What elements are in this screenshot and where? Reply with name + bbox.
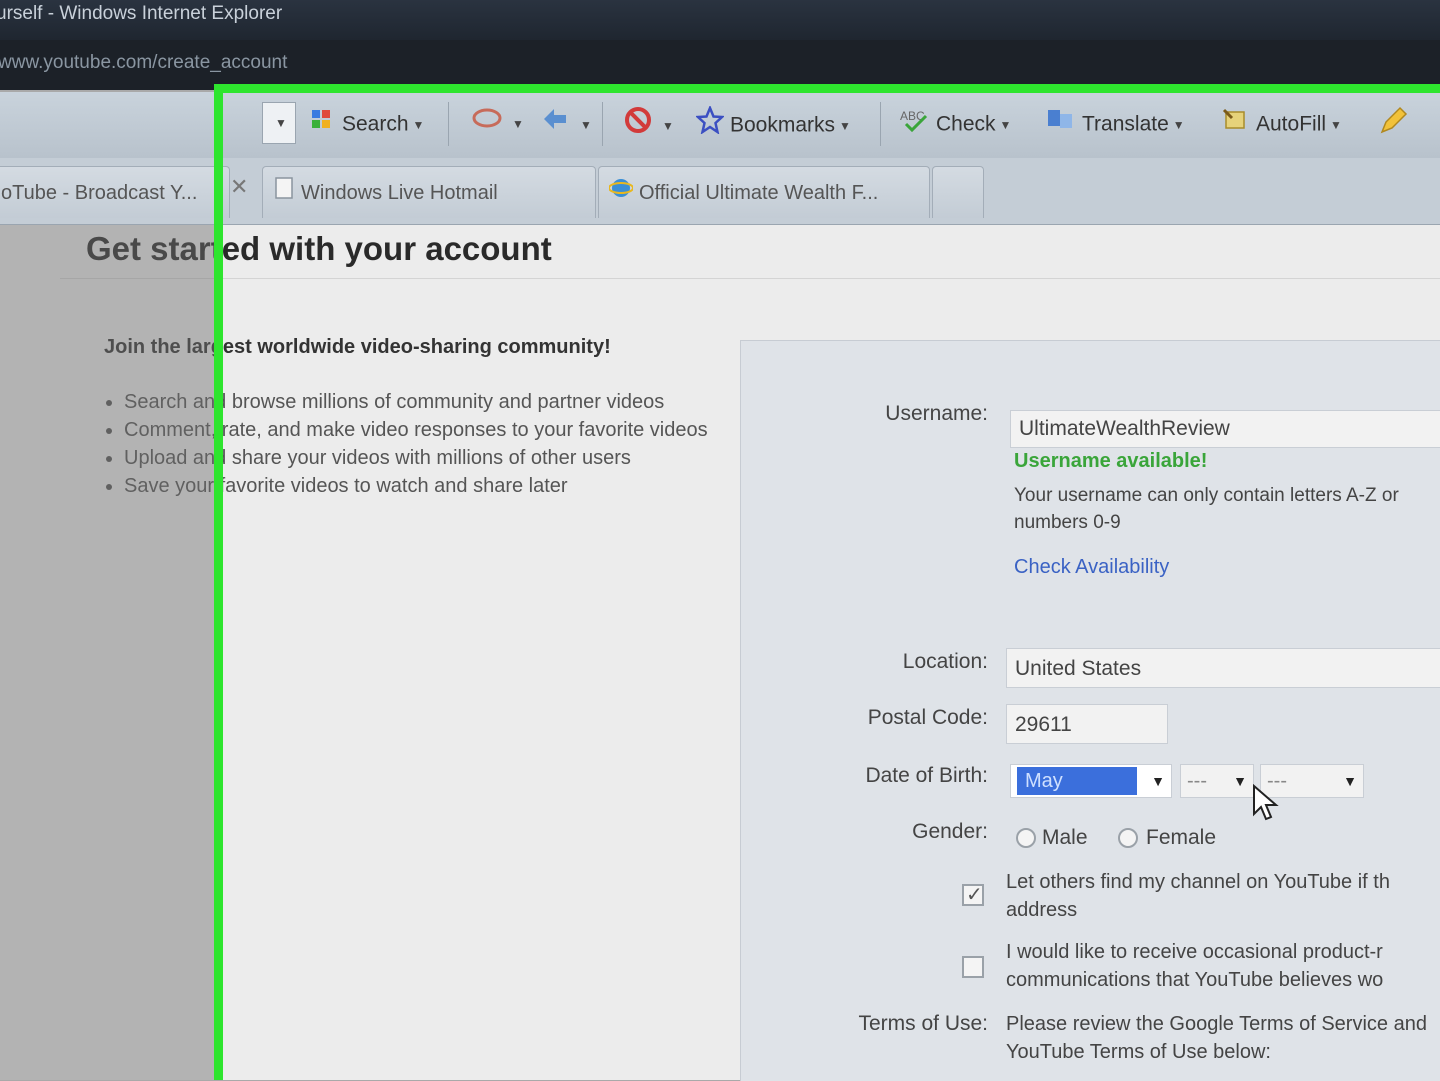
close-tab-icon[interactable]: ✕ (230, 174, 248, 200)
window-title: urself - Windows Internet Explorer (0, 3, 283, 24)
tab-label: oTube - Broadcast Y... (1, 182, 198, 204)
postal-code-label: Postal Code: (867, 706, 988, 729)
mouse-cursor-icon (1252, 783, 1280, 829)
ie-icon (608, 168, 634, 218)
spell-check-button[interactable]: ABC Check ▼ (900, 106, 1011, 142)
bookmarks-label: Bookmarks (730, 113, 836, 137)
optin-checkbox[interactable] (962, 956, 984, 978)
search-button[interactable]: Search ▼ (310, 106, 424, 142)
chevron-down-icon: ▼ (1233, 773, 1247, 789)
check-availability-link[interactable]: Check Availability (1014, 556, 1169, 579)
toolbar-dropdown-button[interactable]: ▼ (262, 102, 296, 144)
share-icon (540, 106, 570, 144)
username-label: Username: (885, 402, 988, 425)
gender-label: Gender: (912, 820, 988, 843)
popup-blocker-button[interactable]: ▼ (624, 106, 674, 142)
chevron-down-icon: ▼ (999, 118, 1012, 132)
username-status: Username available! (1014, 450, 1208, 472)
pencil-button[interactable] (1378, 106, 1414, 142)
chevron-down-icon: ▼ (580, 118, 592, 132)
pencil-icon (1378, 106, 1408, 148)
dob-label: Date of Birth: (865, 764, 988, 787)
bookmarks-button[interactable]: Bookmarks ▼ (694, 104, 851, 142)
new-tab-button[interactable] (932, 166, 984, 218)
grey-overlay (0, 225, 218, 1080)
highlight-border-top (214, 84, 1440, 93)
terms-text: Please review the Google Terms of Servic… (1006, 1013, 1427, 1063)
spellcheck-icon: ABC (900, 106, 930, 144)
translate-button[interactable]: Translate ▼ (1046, 106, 1185, 142)
google-search-icon (310, 106, 336, 144)
tab-ultimate-wealth[interactable]: Official Ultimate Wealth F... (598, 166, 930, 218)
chevron-down-icon: ▼ (412, 118, 425, 132)
gender-male-radio[interactable] (1016, 828, 1036, 848)
address-bar: www.youtube.com/create_account (0, 40, 1440, 90)
heading-divider (60, 278, 1440, 279)
gender-female-radio[interactable] (1118, 828, 1138, 848)
chevron-down-icon: ▼ (839, 119, 851, 133)
toolbar-divider (448, 102, 449, 146)
chevron-down-icon: ▼ (1151, 773, 1165, 789)
chevron-down-icon: ▼ (275, 116, 287, 131)
gender-male-label: Male (1042, 826, 1088, 849)
chevron-down-icon: ▼ (1343, 773, 1357, 789)
dob-day-value: --- (1187, 770, 1207, 792)
terms-label: Terms of Use: (858, 1012, 988, 1035)
dob-month-value: May (1017, 767, 1137, 795)
autofill-icon (1222, 106, 1250, 144)
username-hint: Your username can only contain letters A… (1014, 485, 1399, 533)
pagerank-button[interactable]: ▼ (472, 106, 524, 142)
autofill-button[interactable]: AutoFill ▼ (1222, 106, 1342, 142)
toolbar-divider (602, 102, 603, 146)
translate-icon (1046, 106, 1076, 144)
tab-hotmail[interactable]: Windows Live Hotmail (262, 166, 596, 218)
tab-youtube[interactable]: oTube - Broadcast Y... (0, 166, 230, 218)
address-input[interactable]: www.youtube.com/create_account (0, 48, 1438, 78)
page-icon (273, 168, 295, 218)
chevron-down-icon: ▼ (1330, 118, 1342, 132)
location-select[interactable]: United States (1006, 648, 1440, 688)
autofill-label: AutoFill (1256, 112, 1327, 136)
blocked-icon (624, 106, 652, 146)
postal-code-input[interactable]: 29611 (1006, 704, 1168, 744)
pagerank-icon (472, 106, 502, 142)
check-label: Check (936, 112, 996, 136)
dob-day-select[interactable]: --- ▼ (1180, 764, 1254, 798)
chevron-down-icon: ▼ (512, 117, 524, 132)
tab-label: Windows Live Hotmail (301, 182, 498, 204)
chevron-down-icon: ▼ (662, 119, 674, 133)
username-input[interactable]: UltimateWealthReview (1010, 410, 1440, 448)
chevron-down-icon: ▼ (1172, 118, 1185, 132)
gender-female-label: Female (1146, 826, 1217, 849)
location-label: Location: (902, 650, 988, 673)
star-icon (694, 104, 726, 146)
highlight-border-left (214, 84, 223, 1080)
dob-month-select[interactable]: May ▼ (1010, 764, 1172, 798)
translate-label: Translate (1082, 112, 1169, 136)
share-button[interactable]: ▼ (540, 106, 592, 142)
channel-visibility-text: Let others find my channel on YouTube if… (1006, 871, 1390, 921)
tab-label: Official Ultimate Wealth F... (639, 182, 879, 204)
optin-text: I would like to receive occasional produ… (1006, 941, 1384, 991)
window-titlebar: urself - Windows Internet Explorer (0, 0, 1440, 40)
toolbar-divider (880, 102, 881, 146)
search-label: Search (342, 112, 409, 136)
channel-visibility-checkbox[interactable] (962, 882, 984, 907)
